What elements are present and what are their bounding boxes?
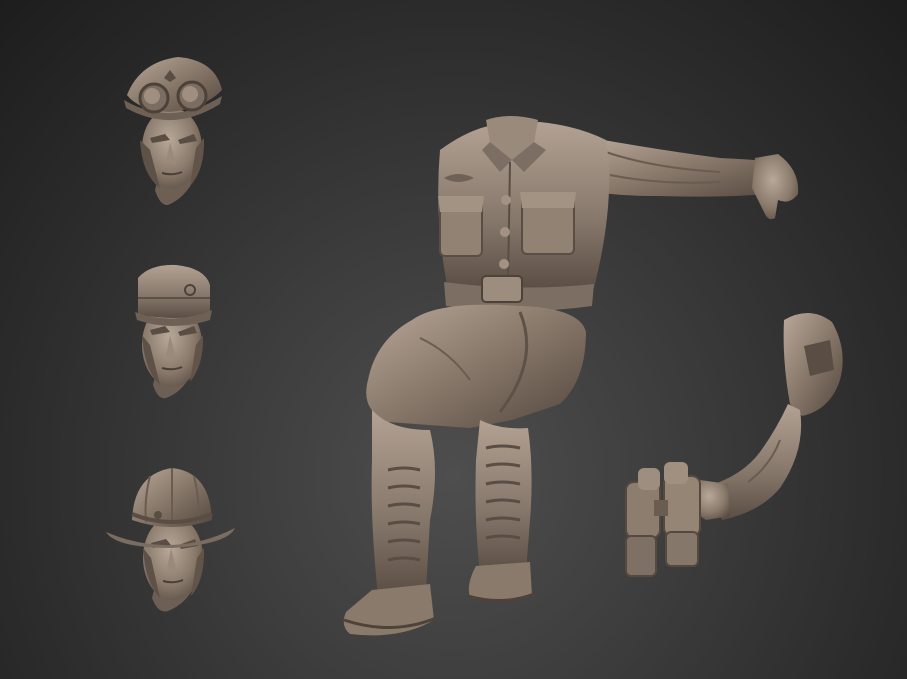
arm-with-binoculars <box>625 312 843 577</box>
head-officer-cap-goggles <box>124 57 222 206</box>
seated-torso-legs-boots <box>343 116 799 636</box>
sculpt-viewport <box>0 0 907 679</box>
sculpt-scene <box>106 57 843 636</box>
head-pith-helmet <box>106 468 235 612</box>
head-field-cap <box>135 264 212 399</box>
